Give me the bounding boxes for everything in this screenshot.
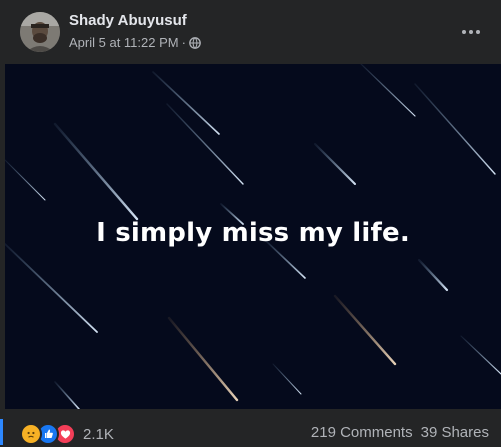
- shares-count-link[interactable]: 39 Shares: [421, 424, 489, 441]
- post-image[interactable]: I simply miss my life.: [5, 64, 501, 409]
- avatar-image: [20, 12, 60, 52]
- author-avatar[interactable]: [20, 12, 60, 52]
- more-options-icon[interactable]: [453, 16, 489, 48]
- focus-accent-bar: [0, 419, 3, 445]
- reactions-summary[interactable]: 2.1K: [20, 423, 114, 445]
- post-card: Shady Abuyusuf April 5 at 11:22 PM · I s…: [0, 0, 501, 447]
- post-caption: I simply miss my life.: [96, 218, 410, 248]
- post-meta: April 5 at 11:22 PM ·: [69, 35, 201, 50]
- sad-reaction-icon: [20, 423, 42, 445]
- post-footer: 2.1K 219 Comments 39 Shares: [0, 409, 501, 447]
- comments-count-link[interactable]: 219 Comments: [311, 424, 413, 441]
- globe-icon[interactable]: [189, 36, 201, 49]
- post-timestamp[interactable]: April 5 at 11:22 PM: [69, 35, 179, 50]
- post-header: Shady Abuyusuf April 5 at 11:22 PM ·: [0, 0, 501, 64]
- reaction-count[interactable]: 2.1K: [83, 426, 114, 443]
- engagement-stats: 219 Comments 39 Shares: [311, 424, 489, 441]
- author-name[interactable]: Shady Abuyusuf: [69, 12, 187, 29]
- meta-separator: ·: [181, 35, 186, 50]
